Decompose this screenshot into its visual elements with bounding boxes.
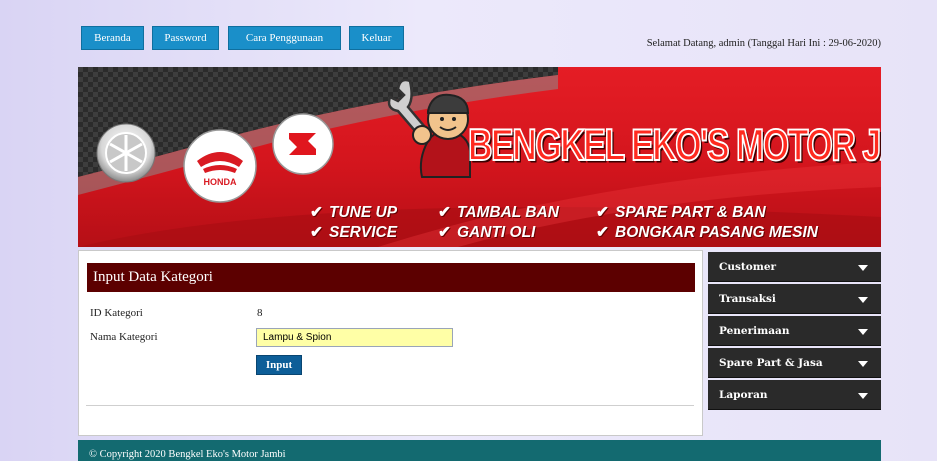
check-icon: ✔ xyxy=(310,224,323,241)
service-tambal-ban: ✔ TAMBAL BAN xyxy=(438,204,559,221)
sidebar-item-label: Laporan xyxy=(719,388,768,401)
nav-beranda-button[interactable]: Beranda xyxy=(81,26,144,50)
chevron-down-icon xyxy=(858,265,868,271)
check-icon: ✔ xyxy=(596,204,609,221)
sidebar-item-spare-part-jasa[interactable]: Spare Part & Jasa xyxy=(708,348,881,378)
sidebar-item-label: Transaksi xyxy=(719,292,776,305)
top-nav: Beranda Password Cara Penggunaan Keluar … xyxy=(78,24,881,54)
yamaha-logo-icon xyxy=(96,123,156,183)
check-icon: ✔ xyxy=(596,224,609,241)
suzuki-logo-icon xyxy=(272,113,334,175)
footer: © Copyright 2020 Bengkel Eko's Motor Jam… xyxy=(78,440,881,461)
copyright-text: © Copyright 2020 Bengkel Eko's Motor Jam… xyxy=(89,449,286,460)
service-service: ✔ SERVICE xyxy=(310,224,398,241)
sidebar-item-label: Customer xyxy=(719,260,777,273)
input-submit-button[interactable]: Input xyxy=(256,355,302,375)
chevron-down-icon xyxy=(858,329,868,335)
form-heading: Input Data Kategori xyxy=(87,263,695,292)
sidebar-item-customer[interactable]: Customer xyxy=(708,252,881,282)
nav-keluar-button[interactable]: Keluar xyxy=(349,26,404,50)
chevron-down-icon xyxy=(858,393,868,399)
chevron-down-icon xyxy=(858,361,868,367)
sidebar-item-laporan[interactable]: Laporan xyxy=(708,380,881,410)
check-icon: ✔ xyxy=(310,204,323,221)
id-kategori-label: ID Kategori xyxy=(90,307,143,319)
banner-title: BENGKEL EKO'S MOTOR JAMBI xyxy=(467,120,881,171)
form-divider xyxy=(86,405,694,406)
nama-kategori-input[interactable] xyxy=(256,328,453,347)
nama-kategori-label: Nama Kategori xyxy=(90,331,158,343)
sidebar-item-label: Penerimaan xyxy=(719,324,790,337)
sidebar-item-penerimaan[interactable]: Penerimaan xyxy=(708,316,881,346)
honda-logo-icon: HONDA xyxy=(183,129,257,203)
service-spare-part-ban: ✔ SPARE PART & BAN xyxy=(596,204,766,221)
service-tune-up: ✔ TUNE UP xyxy=(310,204,398,221)
sidebar-item-transaksi[interactable]: Transaksi xyxy=(708,284,881,314)
nav-password-button[interactable]: Password xyxy=(152,26,219,50)
chevron-down-icon xyxy=(858,297,868,303)
header-banner: HONDA BENGKEL EKO'S MOTOR JAMBI ✔TUNE UP… xyxy=(78,67,881,247)
welcome-text: Selamat Datang, admin (Tanggal Hari Ini … xyxy=(646,38,881,49)
svg-text:HONDA: HONDA xyxy=(204,177,237,187)
mechanic-mascot-icon xyxy=(387,78,471,178)
service-bongkar-pasang-mesin: ✔ BONGKAR PASANG MESIN xyxy=(596,224,818,241)
nav-cara-penggunaan-button[interactable]: Cara Penggunaan xyxy=(228,26,341,50)
sidebar-item-label: Spare Part & Jasa xyxy=(719,356,823,369)
check-icon: ✔ xyxy=(438,224,451,241)
service-ganti-oli: ✔ GANTI OLI xyxy=(438,224,536,241)
check-icon: ✔ xyxy=(438,204,451,221)
id-kategori-value: 8 xyxy=(257,307,263,319)
page-wrapper: Beranda Password Cara Penggunaan Keluar … xyxy=(78,0,881,461)
